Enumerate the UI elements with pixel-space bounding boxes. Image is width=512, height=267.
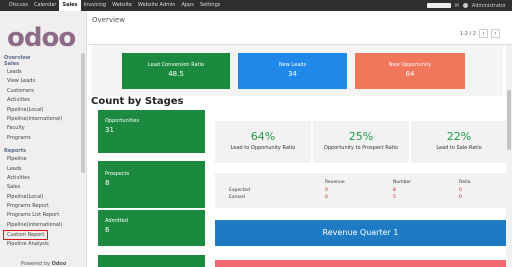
sidebar-item-programs-list-report[interactable]: Programs List Report xyxy=(0,211,84,220)
cell-expected-ratio: 0 xyxy=(459,188,462,193)
pager-previous-button[interactable]: ‹ xyxy=(479,29,488,38)
menu-website-admin[interactable]: Website Admin xyxy=(135,0,178,11)
sidebar-item-report-pipeline-local[interactable]: Pipeline(Local) xyxy=(0,193,84,202)
stage-label: Opportunities xyxy=(105,118,140,124)
cell-earned-ratio: 0 xyxy=(459,195,462,200)
powered-by-prefix: Powered by xyxy=(21,261,50,267)
menu-settings[interactable]: Settings xyxy=(197,0,224,11)
column-header-revenue: Revenue xyxy=(325,180,345,185)
avatar[interactable] xyxy=(462,3,468,8)
stage-card-enrolled[interactable] xyxy=(98,255,205,267)
kpi-value: 34 xyxy=(288,70,297,78)
sidebar-item-pipeline-international[interactable]: Pipeline(international) xyxy=(0,115,84,124)
odoo-logo[interactable]: odoo xyxy=(7,23,76,53)
ratio-label: Opportunity to Prospect Ratio xyxy=(323,145,399,151)
pager: 1-2 / 2 ‹ › xyxy=(460,29,500,38)
sidebar-item-view-leads[interactable]: View Leads xyxy=(0,77,84,86)
powered-by-link[interactable]: Odoo xyxy=(52,261,67,267)
top-navbar: Discuss Calendar Sales Invoicing Website… xyxy=(0,0,512,11)
cell-expected-number: 8 xyxy=(393,188,396,193)
sidebar-item-leads[interactable]: Leads xyxy=(0,68,84,77)
sidebar-item-faculty[interactable]: Faculty xyxy=(0,124,84,133)
sidebar-item-activities[interactable]: Activities xyxy=(0,96,84,105)
row-label-earned: Earned xyxy=(229,195,245,200)
kpi-label: Lead Conversion Ratio xyxy=(147,62,205,68)
kpi-label: New Opportunity xyxy=(388,62,432,68)
cell-earned-revenue: 0 xyxy=(325,195,328,200)
kpi-value: 64 xyxy=(405,70,415,78)
app-menu: Discuss Calendar Sales Invoicing Website… xyxy=(0,0,223,11)
topbar-search-box[interactable] xyxy=(426,3,451,8)
menu-website[interactable]: Website xyxy=(109,0,135,11)
sidebar: odoo Overview Sales Leads View Leads Cus… xyxy=(0,11,87,267)
sidebar-item-report-leads[interactable]: Leads xyxy=(0,165,84,174)
column-header-number: Number xyxy=(393,180,412,185)
ratio-percent: 25% xyxy=(348,130,374,143)
pager-next-button[interactable]: › xyxy=(491,29,500,38)
ratio-label: Lead to Sale Ratio xyxy=(436,145,482,151)
stage-card-admitted[interactable]: Admitted 6 xyxy=(98,210,205,246)
menu-discuss[interactable]: Discuss xyxy=(6,0,31,11)
kpi-new-opportunity[interactable]: New Opportunity 64 xyxy=(355,53,465,89)
sidebar-section-reports: Reports xyxy=(4,148,27,155)
main-scrollbar[interactable] xyxy=(506,45,512,267)
ratio-lead-to-opportunity: 64% Lead to Opportunity Ratio xyxy=(215,121,311,163)
sidebar-item-programs[interactable]: Programs xyxy=(0,134,84,143)
main-content: Overview 1-2 / 2 ‹ › Lead Conversion Rat… xyxy=(88,11,512,267)
cell-earned-number: 5 xyxy=(393,195,396,200)
menu-apps[interactable]: Apps xyxy=(178,0,196,11)
ratio-percent: 64% xyxy=(250,130,276,143)
ratio-lead-to-sale: 22% Lead to Sale Ratio xyxy=(411,121,507,163)
sidebar-item-report-activities[interactable]: Activities xyxy=(0,174,84,183)
ratio-opportunity-to-prospect: 25% Opportunity to Prospect Ratio xyxy=(313,121,409,163)
revenue-quarter-banner[interactable]: Revenue Quarter 1 xyxy=(215,220,506,246)
menu-calendar[interactable]: Calendar xyxy=(31,0,59,11)
menu-sales[interactable]: Sales xyxy=(59,0,81,11)
kpi-label: New Leads xyxy=(278,62,307,68)
revenue-table: Revenue Number Ratio Expected 0 8 0 Earn… xyxy=(215,173,506,208)
ratio-percent: 22% xyxy=(446,130,472,143)
row-label-expected: Expected xyxy=(229,188,250,193)
main-scrollbar-thumb[interactable] xyxy=(507,90,511,150)
column-header-ratio: Ratio xyxy=(459,180,471,185)
stage-value: 6 xyxy=(105,226,110,234)
control-panel: Overview 1-2 / 2 ‹ › xyxy=(88,11,512,45)
stage-value: 8 xyxy=(105,179,110,187)
sidebar-item-customers[interactable]: Customers xyxy=(0,87,84,96)
stage-label: Admitted xyxy=(105,218,128,224)
page-title: Overview xyxy=(92,16,125,24)
sidebar-item-report-sales[interactable]: Sales xyxy=(0,183,84,192)
ratio-label: Lead to Opportunity Ratio xyxy=(230,145,296,151)
menu-invoicing[interactable]: Invoicing xyxy=(81,0,110,11)
kpi-new-leads[interactable]: New Leads 34 xyxy=(238,53,347,89)
stage-card-prospects[interactable]: Prospects 8 xyxy=(98,161,205,208)
topbar-right: ✉ Administrator xyxy=(426,0,506,11)
pager-value[interactable]: 1-2 / 2 xyxy=(460,31,476,37)
stage-value: 31 xyxy=(105,126,114,134)
sidebar-item-custom-report[interactable]: Custom Report xyxy=(3,230,48,240)
sidebar-item-report-pipeline-international[interactable]: Pipeline(international) xyxy=(0,221,84,230)
stage-label: Prospects xyxy=(105,171,130,177)
section-title: Count by Stages xyxy=(91,96,184,107)
kpi-value: 48.5 xyxy=(168,70,184,78)
sidebar-item-programs-report[interactable]: Programs Report xyxy=(0,202,84,211)
cell-expected-revenue: 0 xyxy=(325,188,328,193)
sidebar-section-sales: Sales xyxy=(4,61,20,67)
kpi-row: Lead Conversion Ratio 48.5 New Leads 34 … xyxy=(91,45,503,96)
powered-by: Powered by Odoo xyxy=(21,261,66,267)
sidebar-scrollbar[interactable] xyxy=(81,53,85,173)
sidebar-menu: Overview Sales Leads View Leads Customer… xyxy=(0,53,84,249)
sidebar-item-pipeline-local[interactable]: Pipeline(Local) xyxy=(0,106,84,115)
sidebar-item-report-pipeline[interactable]: Pipeline xyxy=(0,155,84,164)
stage-card-opportunities[interactable]: Opportunities 31 xyxy=(98,110,205,153)
user-menu-label[interactable]: Administrator xyxy=(472,3,506,9)
kpi-lead-conversion-ratio[interactable]: Lead Conversion Ratio 48.5 xyxy=(122,53,230,89)
next-revenue-banner[interactable] xyxy=(215,260,506,267)
sidebar-item-pipeline-analysis[interactable]: Pipeline Analysis xyxy=(0,240,84,249)
chat-icon[interactable]: ✉ xyxy=(455,3,459,9)
